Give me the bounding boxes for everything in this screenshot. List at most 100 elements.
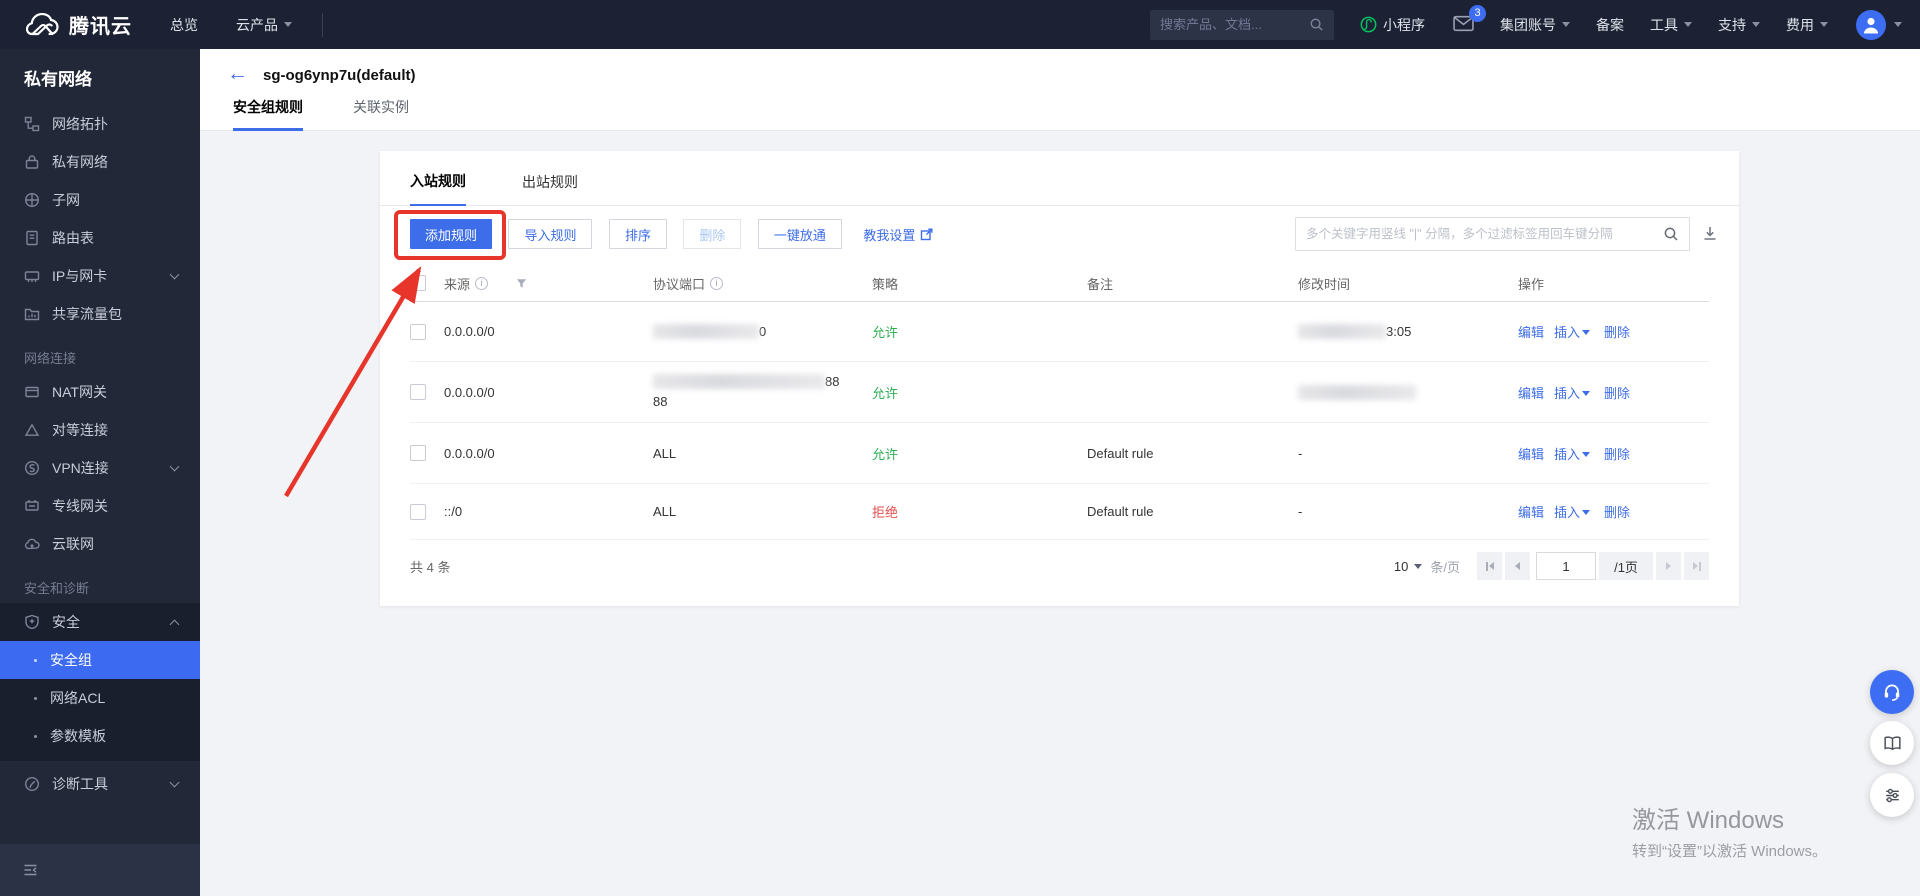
nav-billing[interactable]: 费用 bbox=[1786, 15, 1828, 35]
messages[interactable]: 3 bbox=[1453, 4, 1486, 35]
sidebar-item-vpc[interactable]: 私有网络 bbox=[0, 143, 200, 181]
sidebar-item-diagnose-tools[interactable]: 诊断工具 bbox=[0, 765, 200, 803]
external-link-icon bbox=[921, 228, 933, 240]
insert-link[interactable]: 插入 bbox=[1554, 322, 1580, 341]
tab-outbound-rules[interactable]: 出站规则 bbox=[522, 172, 578, 205]
nav-support[interactable]: 支持 bbox=[1718, 15, 1760, 35]
tab-inbound-rules[interactable]: 入站规则 bbox=[410, 171, 466, 206]
delete-link[interactable]: 删除 bbox=[1604, 383, 1630, 402]
sidebar-item-network-acl[interactable]: 网络ACL bbox=[0, 679, 200, 717]
nav-overview[interactable]: 总览 bbox=[170, 15, 198, 35]
back-button[interactable]: ← bbox=[227, 62, 248, 86]
row-checkbox[interactable] bbox=[410, 384, 426, 400]
sidebar-item-nat-gateway[interactable]: NAT网关 bbox=[0, 373, 200, 411]
delete-link[interactable]: 删除 bbox=[1604, 502, 1630, 521]
page-size-select[interactable]: 10 bbox=[1394, 559, 1423, 574]
rules-filter-box[interactable] bbox=[1295, 217, 1690, 251]
sidebar-item-ccn[interactable]: 云联网 bbox=[0, 525, 200, 563]
delete-link[interactable]: 删除 bbox=[1604, 444, 1630, 463]
edit-link[interactable]: 编辑 bbox=[1518, 383, 1544, 402]
chevron-down-icon[interactable] bbox=[1582, 451, 1591, 457]
teach-me-link[interactable]: 教我设置 bbox=[863, 219, 933, 249]
folder-chart-icon bbox=[24, 308, 40, 321]
edit-link[interactable]: 编辑 bbox=[1518, 444, 1544, 463]
collapse-sidebar-icon[interactable] bbox=[22, 862, 39, 878]
chevron-down-icon[interactable] bbox=[1582, 390, 1591, 396]
chevron-down-icon[interactable] bbox=[1582, 330, 1591, 335]
open-all-button[interactable]: 一键放通 bbox=[757, 219, 842, 249]
sidebar-item-parameter-template[interactable]: 参数模板 bbox=[0, 717, 200, 755]
insert-link[interactable]: 插入 bbox=[1554, 502, 1580, 521]
row-checkbox[interactable] bbox=[410, 503, 426, 520]
download-icon[interactable] bbox=[1702, 225, 1718, 247]
select-all-checkbox[interactable] bbox=[410, 275, 426, 291]
feedback-button[interactable] bbox=[1870, 773, 1914, 817]
topbar-right: 小程序 3 集团账号 备案 工具 支持 费用 bbox=[1150, 4, 1902, 40]
rules-card: 入站规则 出站规则 添加规则 导入规则 排序 删除 一键放通 教我设置 多个关键… bbox=[380, 151, 1739, 606]
edit-link[interactable]: 编辑 bbox=[1518, 322, 1544, 341]
sidebar-item-ip-nic[interactable]: IP与网卡 bbox=[0, 257, 200, 295]
redacted-blur bbox=[1298, 384, 1416, 400]
nav-miniprogram[interactable]: 小程序 bbox=[1360, 15, 1425, 35]
add-rule-button[interactable]: 添加规则 bbox=[410, 219, 493, 249]
page-title: sg-og6ynp7u(default) bbox=[263, 67, 416, 84]
delete-button[interactable]: 删除 bbox=[683, 219, 742, 249]
chevron-down-icon bbox=[1820, 22, 1828, 27]
sidebar-item-peering[interactable]: 对等连接 bbox=[0, 411, 200, 449]
globe-icon bbox=[24, 192, 40, 208]
sidebar-item-subnet[interactable]: 子网 bbox=[0, 181, 200, 219]
sidebar-item-security[interactable]: 安全 bbox=[0, 603, 200, 641]
sidebar-item-security-groups[interactable]: 安全组 bbox=[0, 641, 200, 679]
cell-policy: 允许 bbox=[872, 446, 899, 462]
insert-link[interactable]: 插入 bbox=[1554, 383, 1580, 402]
chevron-down-icon bbox=[1684, 22, 1692, 27]
topbar: 腾讯云 总览 云产品 小程序 3 集团账号 备案 工具 支持 费用 bbox=[0, 0, 1920, 49]
last-page-button[interactable] bbox=[1684, 552, 1709, 580]
tencent-cloud-logo[interactable]: 腾讯云 bbox=[26, 10, 132, 39]
import-rule-button[interactable]: 导入规则 bbox=[508, 219, 593, 249]
row-checkbox[interactable] bbox=[410, 445, 426, 461]
edit-link[interactable]: 编辑 bbox=[1518, 502, 1544, 521]
redacted-blur bbox=[1298, 324, 1386, 339]
delete-link[interactable]: 删除 bbox=[1604, 322, 1630, 341]
customer-service-button[interactable] bbox=[1870, 670, 1914, 714]
search-icon[interactable] bbox=[1653, 226, 1689, 242]
info-icon[interactable]: i bbox=[710, 276, 724, 290]
nav-tools[interactable]: 工具 bbox=[1650, 15, 1692, 35]
search-icon[interactable] bbox=[1309, 17, 1324, 32]
info-icon[interactable]: i bbox=[475, 276, 489, 290]
mail-badge: 3 bbox=[1469, 4, 1486, 22]
nav-beian[interactable]: 备案 bbox=[1596, 15, 1624, 35]
current-page-input[interactable] bbox=[1536, 552, 1596, 580]
docs-button[interactable] bbox=[1870, 721, 1914, 765]
topbar-search-input[interactable] bbox=[1160, 17, 1309, 32]
sidebar-item-direct-connect[interactable]: 专线网关 bbox=[0, 487, 200, 525]
nav-products[interactable]: 云产品 bbox=[236, 15, 292, 35]
sidebar-item-vpn[interactable]: VPN连接 bbox=[0, 449, 200, 487]
first-page-button[interactable] bbox=[1477, 552, 1502, 580]
sidebar-item-network-topology[interactable]: 网络拓扑 bbox=[0, 105, 200, 143]
topbar-search[interactable] bbox=[1150, 9, 1334, 40]
chevron-down-icon[interactable] bbox=[1582, 510, 1591, 515]
cloud-logo-icon bbox=[26, 12, 59, 35]
filter-funnel-icon[interactable] bbox=[516, 278, 527, 289]
sidebar-item-traffic-package[interactable]: 共享流量包 bbox=[0, 295, 200, 333]
sidebar-item-route-table[interactable]: 路由表 bbox=[0, 219, 200, 257]
col-source: 来源 i bbox=[444, 274, 653, 293]
next-page-button[interactable] bbox=[1656, 552, 1681, 580]
nav-group-account[interactable]: 集团账号 bbox=[1500, 15, 1570, 35]
tab-associated-instances[interactable]: 关联实例 bbox=[353, 97, 409, 131]
rules-filter-input[interactable] bbox=[1296, 227, 1653, 241]
table-row: 0.0.0.0/0 ALL 允许 Default rule - 编辑 插入 删除 bbox=[410, 423, 1709, 484]
avatar[interactable] bbox=[1856, 9, 1886, 40]
sidebar-security-group-block: 安全 安全组 网络ACL 参数模板 bbox=[0, 603, 200, 761]
tab-security-group-rules[interactable]: 安全组规则 bbox=[233, 97, 303, 131]
chevron-down-icon bbox=[1414, 563, 1423, 569]
page-tabs: 安全组规则 关联实例 bbox=[233, 97, 409, 131]
insert-link[interactable]: 插入 bbox=[1554, 444, 1580, 463]
row-checkbox[interactable] bbox=[410, 323, 426, 340]
cell-policy: 允许 bbox=[872, 385, 899, 401]
prev-page-button[interactable] bbox=[1505, 552, 1530, 580]
chevron-down-icon[interactable] bbox=[1894, 22, 1902, 27]
sort-button[interactable]: 排序 bbox=[608, 219, 667, 249]
